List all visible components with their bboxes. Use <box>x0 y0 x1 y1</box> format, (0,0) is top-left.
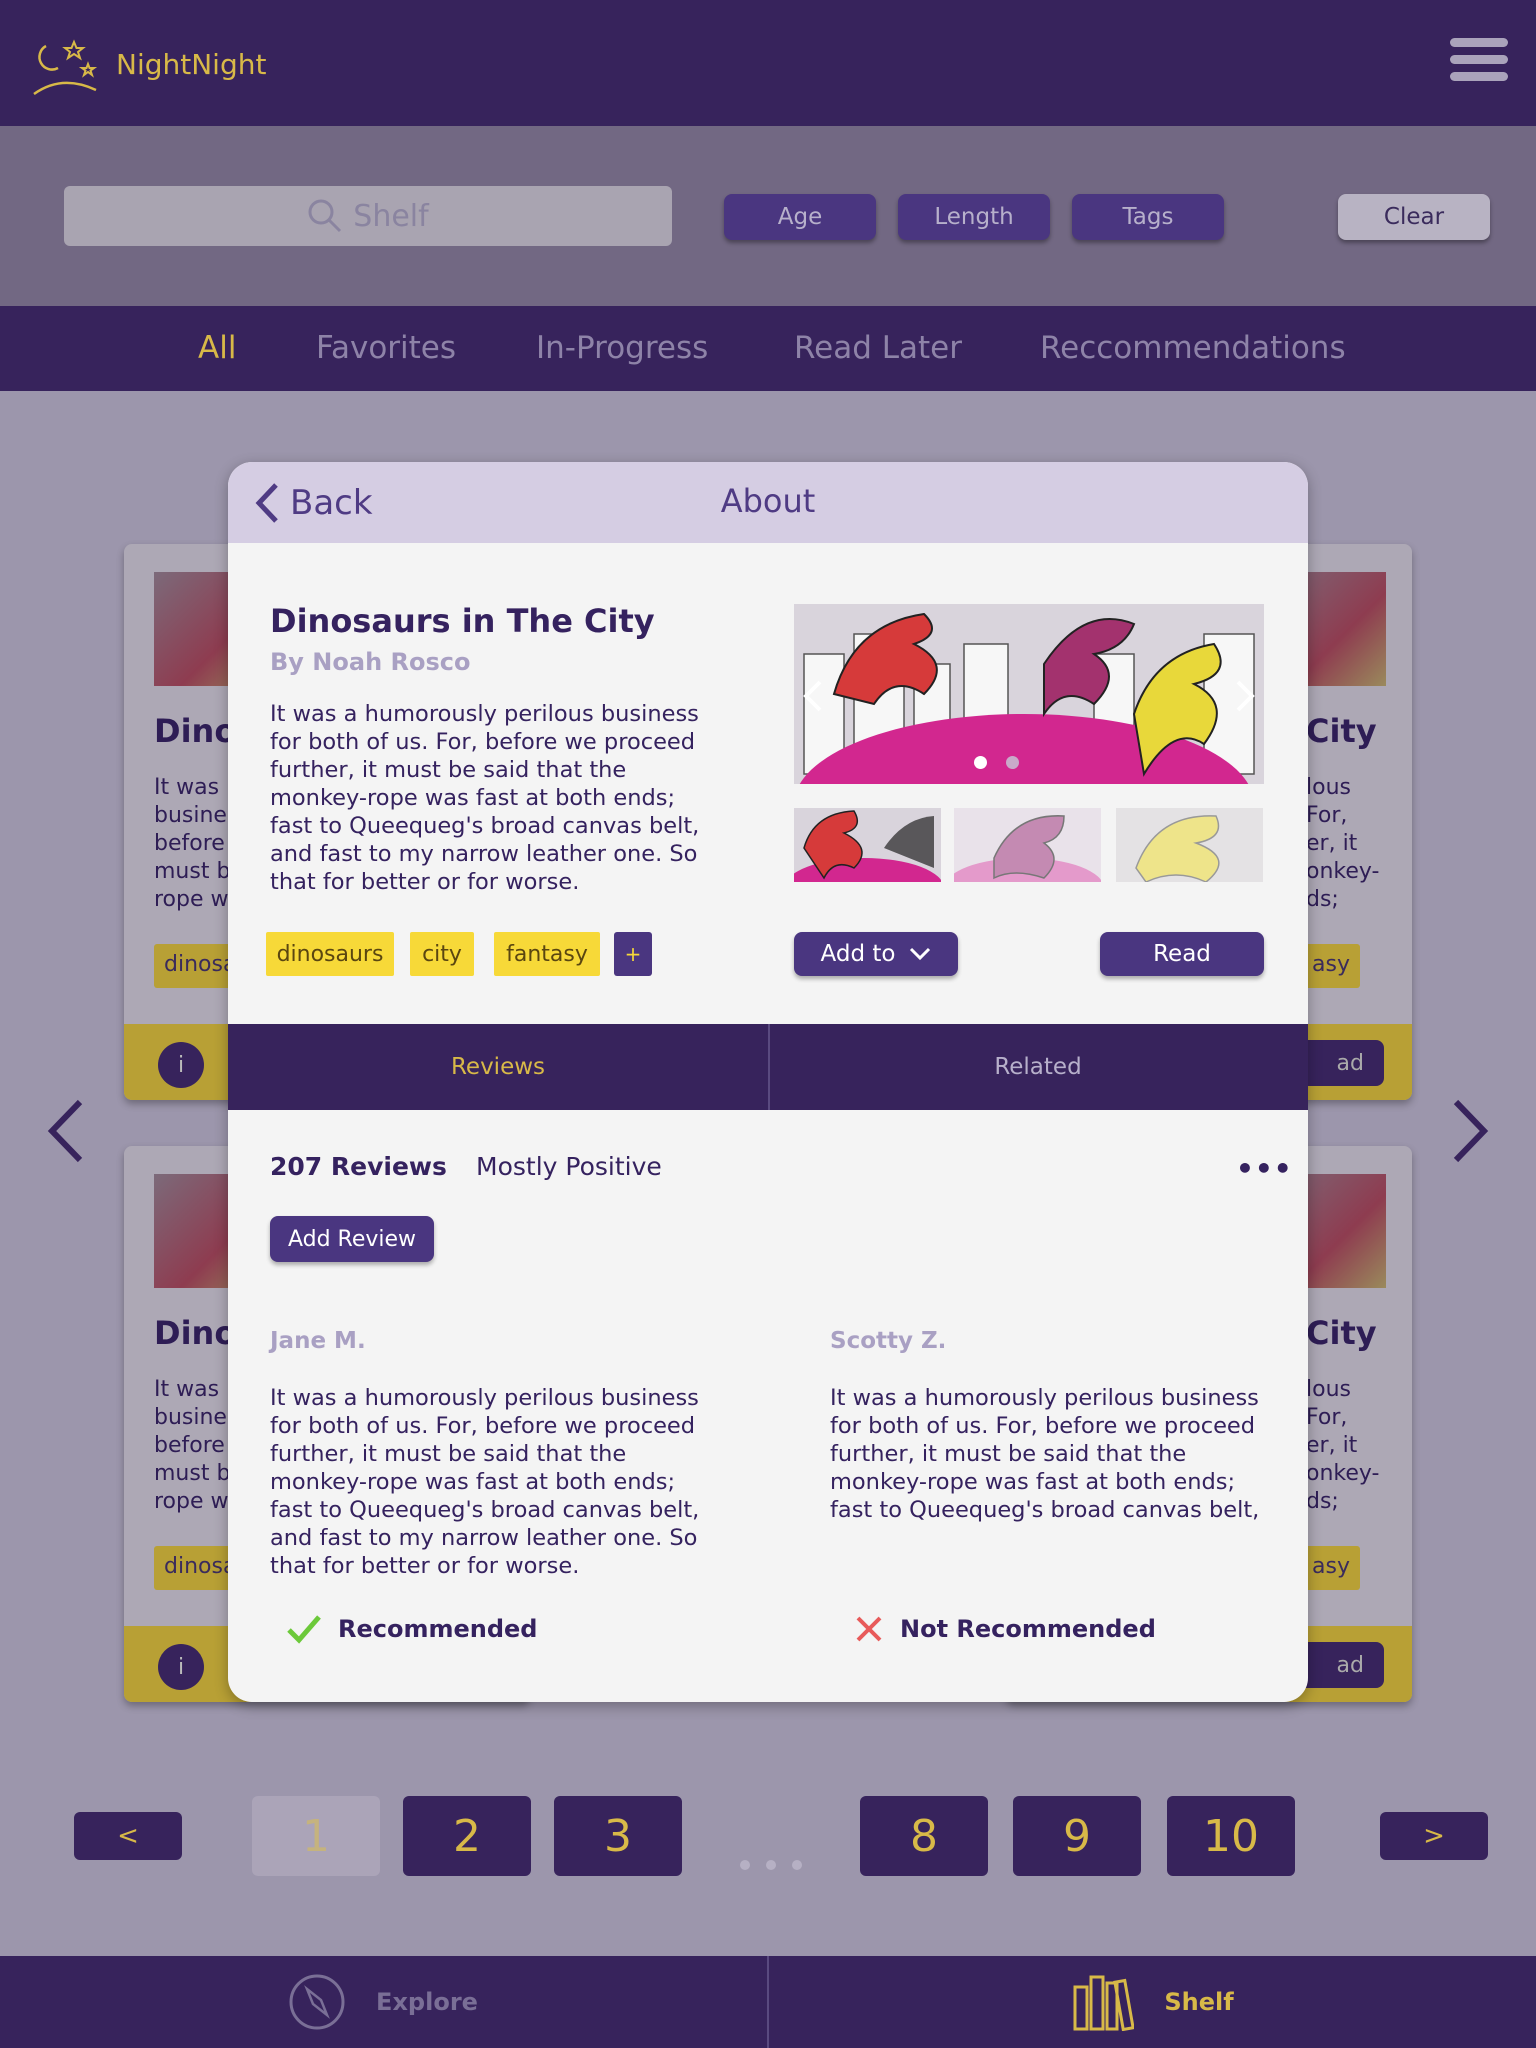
book-card-text: lous For, er, it onkey- ds; <box>1306 1377 1380 1514</box>
close-x-icon <box>856 1616 882 1642</box>
chevron-left-icon <box>255 483 278 523</box>
verdict-label: Recommended <box>338 1615 538 1643</box>
filter-bar: Shelf Age Length Tags Clear <box>0 126 1536 306</box>
review-summary: Mostly Positive <box>476 1152 662 1181</box>
book-image-carousel[interactable] <box>794 604 1264 784</box>
about-modal: About Back Dinosaurs in The City By Noah… <box>228 462 1308 1702</box>
shelf-tabs: All Favorites In-Progress Read Later Rec… <box>0 306 1536 391</box>
add-tag-button[interactable]: + <box>614 932 652 976</box>
page-1-button[interactable]: 1 <box>252 1796 380 1876</box>
tab-favorites[interactable]: Favorites <box>316 330 456 366</box>
tab-reviews[interactable]: Reviews <box>228 1024 768 1110</box>
back-label: Back <box>290 483 373 523</box>
tab-all[interactable]: All <box>198 330 236 366</box>
length-filter-button[interactable]: Length <box>898 194 1050 240</box>
clear-button[interactable]: Clear <box>1338 194 1490 240</box>
tab-in-progress[interactable]: In-Progress <box>536 330 708 366</box>
tab-recommendations[interactable]: Reccommendations <box>1040 330 1346 366</box>
book-cover-image <box>794 604 1264 784</box>
book-card-title: City <box>1306 1314 1377 1352</box>
more-options-icon[interactable]: ••• <box>1236 1152 1293 1185</box>
review-verdict: Not Recommended <box>854 1614 1156 1644</box>
book-card-title: City <box>1306 712 1377 750</box>
chevron-left-icon[interactable] <box>44 1096 88 1166</box>
add-to-dropdown[interactable]: Add to <box>794 932 958 976</box>
review-verdict: Recommended <box>286 1614 538 1644</box>
nav-explore[interactable]: Explore <box>0 1956 766 2048</box>
tag-city[interactable]: city <box>410 932 474 976</box>
review-text: It was a humorously perilous business fo… <box>270 1385 700 1579</box>
nav-shelf-label: Shelf <box>1164 1988 1234 2016</box>
tag-dinosaurs[interactable]: dinosaurs <box>266 932 394 976</box>
review-count: 207 Reviews <box>270 1152 447 1181</box>
app-header: NightNight <box>0 0 1536 126</box>
verdict-label: Not Recommended <box>900 1615 1156 1643</box>
thumbnail-image[interactable] <box>794 808 941 882</box>
add-review-button[interactable]: Add Review <box>270 1216 434 1262</box>
reviewer-name: Jane M. <box>270 1328 366 1354</box>
page-8-button[interactable]: 8 <box>860 1796 988 1876</box>
thumbnail-image[interactable] <box>1116 808 1263 882</box>
review-text: It was a humorously perilous business fo… <box>830 1385 1260 1523</box>
book-description: It was a humorously perilous business fo… <box>270 701 700 895</box>
chevron-right-icon[interactable] <box>1448 1096 1492 1166</box>
book-card-tag: asy <box>1302 944 1360 988</box>
search-placeholder: Shelf <box>353 198 429 234</box>
nav-shelf[interactable]: Shelf <box>770 1956 1536 2048</box>
page-3-button[interactable]: 3 <box>554 1796 682 1876</box>
reviewer-name: Scotty Z. <box>830 1328 947 1354</box>
page-9-button[interactable]: 9 <box>1013 1796 1141 1876</box>
bottom-navigation: Explore Shelf <box>0 1956 1536 2048</box>
read-button[interactable]: Read <box>1100 932 1264 976</box>
info-button[interactable]: i <box>158 1042 204 1088</box>
tag-fantasy[interactable]: fantasy <box>494 932 600 976</box>
carousel-dot-active[interactable] <box>974 756 987 769</box>
book-card-title: Dino <box>154 1314 237 1352</box>
app-title: NightNight <box>116 48 267 81</box>
book-card-title: Dino <box>154 712 237 750</box>
tab-read-later[interactable]: Read Later <box>794 330 962 366</box>
book-card-text: lous For, er, it onkey- ds; <box>1306 775 1380 912</box>
checkmark-icon <box>287 1615 321 1644</box>
moon-stars-logo-icon <box>33 39 98 96</box>
modal-header: About Back <box>228 462 1308 543</box>
modal-title: About <box>720 482 816 520</box>
tags-filter-button[interactable]: Tags <box>1072 194 1224 240</box>
page-10-button[interactable]: 10 <box>1167 1796 1295 1876</box>
age-filter-button[interactable]: Age <box>724 194 876 240</box>
info-button[interactable]: i <box>158 1644 204 1690</box>
hamburger-menu-icon[interactable] <box>1450 38 1508 90</box>
back-button[interactable]: Back <box>254 482 373 524</box>
chevron-down-icon <box>910 947 931 961</box>
divider <box>767 1956 769 2048</box>
prev-page-button[interactable]: < <box>74 1812 182 1860</box>
bookshelf-icon <box>1073 1975 1135 2031</box>
nav-explore-label: Explore <box>376 1988 478 2016</box>
pagination-ellipsis <box>740 1860 802 1870</box>
next-page-button[interactable]: > <box>1380 1812 1488 1860</box>
tab-related[interactable]: Related <box>768 1024 1308 1110</box>
compass-icon <box>289 1974 345 2030</box>
book-card-tag: asy <box>1302 1546 1360 1590</box>
search-input[interactable]: Shelf <box>64 186 672 246</box>
book-title: Dinosaurs in The City <box>270 602 655 640</box>
thumbnail-image[interactable] <box>954 808 1101 882</box>
search-icon <box>308 199 342 233</box>
modal-sub-tabs: Reviews Related <box>228 1024 1308 1110</box>
page-2-button[interactable]: 2 <box>403 1796 531 1876</box>
book-author: By Noah Rosco <box>270 648 471 676</box>
add-to-label: Add to <box>820 941 896 967</box>
carousel-dot[interactable] <box>1006 756 1019 769</box>
